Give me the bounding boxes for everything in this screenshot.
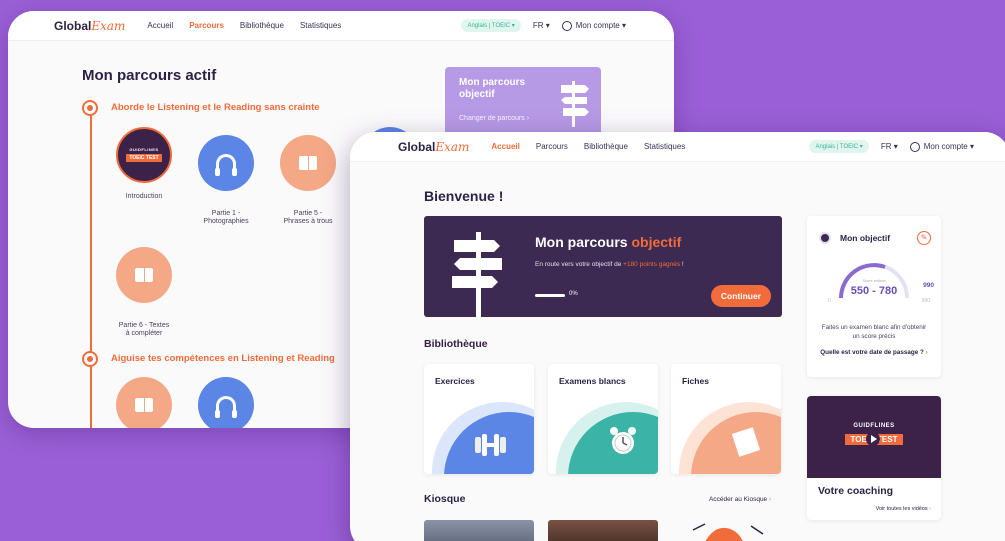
user-icon [909, 141, 920, 152]
hero-title: Mon parcours objectif [535, 234, 682, 250]
language-selector[interactable]: Anglais | TOEIC ▾ [809, 140, 869, 153]
section-title: Aiguise tes compétences en Listening et … [111, 353, 335, 364]
lesson-partie-1[interactable]: Partie 1 - Photographies [186, 127, 266, 235]
kiosk-link[interactable]: Accéder au Kiosque › [709, 496, 771, 503]
signpost-icon [561, 81, 589, 127]
nav-bibliotheque[interactable]: Bibliothèque [240, 21, 284, 30]
headphones-icon [198, 135, 254, 192]
all-videos-link[interactable]: Voir toutes les vidéos › [876, 506, 931, 512]
dashboard-window: GlobalExam Accueil Parcours Bibliothèque… [350, 132, 1005, 541]
lesson-next[interactable] [104, 377, 184, 428]
lesson-label: Introduction [125, 193, 163, 200]
card-exercices[interactable]: Exercices [424, 364, 534, 474]
logo[interactable]: GlobalExam [398, 140, 469, 154]
hero-subtitle: En route vers votre objectif de +180 poi… [535, 261, 684, 268]
kiosk-thumbnail[interactable] [424, 520, 534, 541]
progress-bar [535, 294, 565, 297]
nav-parcours[interactable]: Parcours [536, 142, 568, 151]
book-icon [116, 377, 172, 428]
kiosk-thumbnail[interactable] [671, 520, 781, 541]
top-nav: GlobalExam Accueil Parcours Bibliothèque… [350, 132, 1005, 162]
alarm-clock-icon [610, 427, 636, 454]
timeline-line [90, 109, 92, 428]
edit-icon[interactable]: ✎ [917, 231, 931, 245]
coaching-video-thumbnail[interactable]: GUIDFLINES TOEIC TEST [807, 396, 941, 478]
gauge-caption: Score estimé [862, 278, 886, 283]
lesson-next[interactable] [186, 377, 266, 428]
kiosk-thumbnail[interactable] [548, 520, 658, 541]
nav-bibliotheque[interactable]: Bibliothèque [584, 142, 628, 151]
play-icon[interactable] [866, 432, 880, 446]
nav-statistiques[interactable]: Statistiques [644, 142, 685, 151]
target-icon [819, 232, 831, 244]
lesson-partie-6[interactable]: Partie 6 - Textes à compléter [104, 239, 184, 347]
kiosk-title: Kiosque [424, 493, 466, 505]
library-title: Bibliothèque [424, 338, 488, 350]
headphones-icon [198, 377, 254, 428]
lesson-introduction[interactable]: GUIDFLINES TOEIC TEST Introduction [104, 127, 184, 201]
score-max: 990 [923, 282, 934, 289]
card-fiches[interactable]: Fiches [671, 364, 781, 474]
gauge-max: 990 [921, 298, 930, 304]
language-selector[interactable]: Anglais | TOEIC ▾ [461, 19, 521, 32]
coaching-title: Votre coaching [818, 485, 894, 497]
timeline-dot [82, 351, 98, 367]
account-menu[interactable]: Mon compte ▾ [561, 20, 626, 31]
coaching-card[interactable]: GUIDFLINES TOEIC TEST Votre coaching Voi… [807, 396, 941, 520]
locale-selector[interactable]: FR ▾ [533, 21, 550, 30]
account-menu[interactable]: Mon compte ▾ [909, 141, 974, 152]
user-icon [561, 20, 572, 31]
section-title: Aborde le Listening et le Reading sans c… [111, 102, 320, 113]
page-title: Mon parcours actif [82, 67, 217, 84]
timeline-dot [82, 100, 98, 116]
objective-card: Mon objectif ✎ Score estimé 550 - 780 99… [807, 216, 941, 377]
hero-banner: Mon parcours objectif En route vers votr… [424, 216, 782, 317]
signpost-icon [452, 232, 502, 317]
book-icon [116, 247, 172, 304]
logo[interactable]: GlobalExam [54, 19, 125, 33]
lesson-label: Partie 5 - Phrases à trous [283, 209, 333, 226]
lesson-label: Partie 1 - Photographies [203, 209, 249, 226]
objective-description: Faites un examen blanc afin d'obtenir un… [821, 324, 927, 341]
book-icon [280, 135, 336, 192]
lesson-label: Partie 6 - Textes à compléter [118, 321, 170, 338]
nav-accueil[interactable]: Accueil [147, 21, 173, 30]
progress-percent: 0% [569, 291, 578, 297]
page-title: Bienvenue ! [424, 188, 504, 204]
nav-accueil[interactable]: Accueil [491, 142, 519, 151]
lesson-badge: GUIDFLINES TOEIC TEST [116, 127, 172, 183]
continue-button[interactable]: Continuer [710, 285, 771, 307]
nav-parcours[interactable]: Parcours [189, 21, 224, 30]
illustration-icon [692, 523, 764, 541]
goal-card[interactable]: Mon parcours objectif Changer de parcour… [445, 67, 601, 141]
locale-selector[interactable]: FR ▾ [881, 142, 898, 151]
card-examens-blancs[interactable]: Examens blancs [548, 364, 658, 474]
nav-statistiques[interactable]: Statistiques [300, 21, 341, 30]
lesson-partie-5[interactable]: Partie 5 - Phrases à trous [268, 127, 348, 235]
gauge-min: 0 [828, 298, 831, 304]
dumbbell-icon [475, 434, 506, 456]
score-range: 550 - 780 [850, 285, 898, 297]
top-nav: GlobalExam Accueil Parcours Bibliothèque… [8, 11, 674, 41]
exam-date-link[interactable]: Quelle est votre date de passage ? › [819, 348, 929, 357]
notes-icon [731, 427, 761, 457]
objective-title: Mon objectif [840, 233, 891, 243]
